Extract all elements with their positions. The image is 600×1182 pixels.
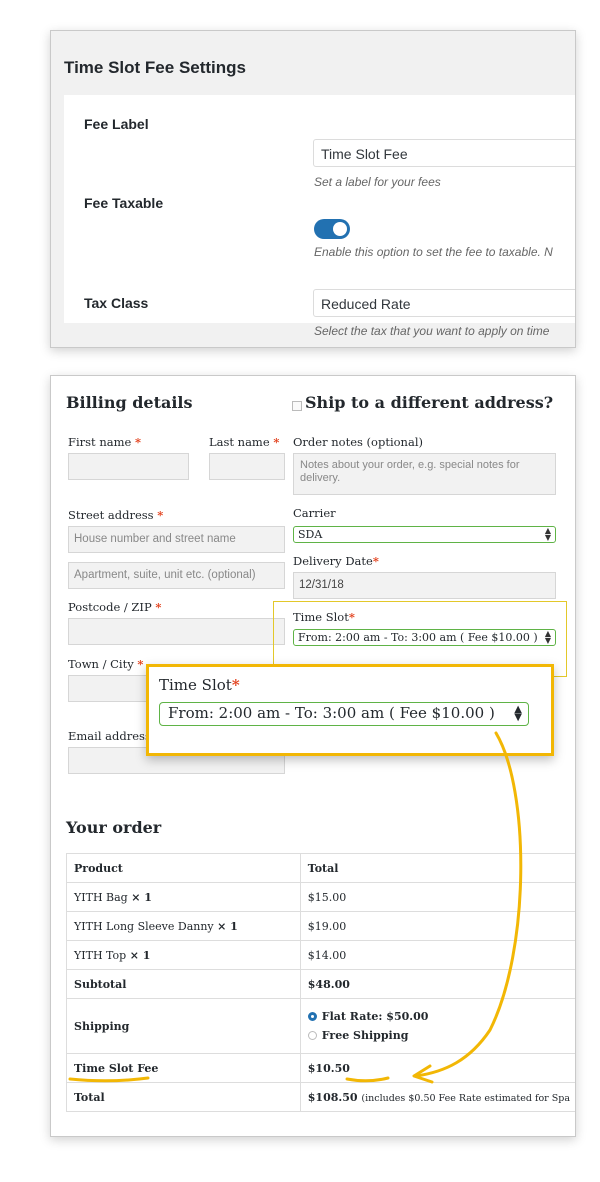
apartment-field[interactable]: Apartment, suite, unit etc. (optional): [68, 562, 285, 589]
fee-value: $10.50: [299, 1053, 575, 1083]
subtotal-row: Subtotal $48.00: [66, 969, 575, 999]
subtotal-label: Subtotal: [66, 969, 301, 999]
order-notes-field[interactable]: Notes about your order, e.g. special not…: [293, 453, 556, 495]
time-slot-value: From: 2:00 am - To: 3:00 am ( Fee $10.00…: [298, 631, 538, 644]
radio-icon[interactable]: [307, 1031, 317, 1040]
time-slot-callout: Time Slot* From: 2:00 am - To: 3:00 am (…: [146, 664, 554, 756]
settings-form: Fee Label Time Slot Fee Set a label for …: [64, 95, 575, 338]
fee-label-label: Fee Label: [84, 116, 149, 132]
shipping-option-free[interactable]: Free Shipping: [307, 1029, 570, 1042]
radio-selected-icon[interactable]: [307, 1012, 317, 1021]
shipping-options: Flat Rate: $50.00 Free Shipping: [299, 998, 575, 1054]
fee-row: Time Slot Fee $10.50: [66, 1053, 575, 1083]
carrier-select[interactable]: SDA ▲ ▼: [293, 526, 556, 543]
table-header-row: Product Total: [66, 853, 575, 883]
product-cell: YITH Top × 1: [66, 940, 301, 970]
town-label: Town / City *: [68, 657, 144, 671]
product-header: Product: [66, 853, 301, 883]
last-name-field[interactable]: [209, 453, 285, 480]
last-name-label: Last name *: [209, 435, 280, 449]
fee-label-description: Set a label for your fees: [314, 175, 441, 189]
fee-label: Time Slot Fee: [66, 1053, 301, 1083]
total-row: Total $108.50 (includes $0.50 Fee Rate e…: [66, 1082, 575, 1112]
street-address-field[interactable]: House number and street name: [68, 526, 285, 553]
shipping-option-flat-rate[interactable]: Flat Rate: $50.00: [307, 1010, 570, 1023]
time-slot-select[interactable]: From: 2:00 am - To: 3:00 am ( Fee $10.00…: [293, 629, 556, 646]
total-cell: $15.00: [299, 882, 575, 912]
billing-details-title: Billing details: [66, 393, 193, 412]
product-cell: YITH Long Sleeve Danny × 1: [66, 911, 301, 941]
shipping-label: Shipping: [66, 998, 301, 1054]
shipping-row: Shipping Flat Rate: $50.00 Free Shipping: [66, 998, 575, 1054]
select-arrows-icon: ▲ ▼: [544, 629, 551, 645]
first-name-label: First name *: [68, 435, 141, 449]
fee-settings-panel: Time Slot Fee Settings Fee Label Time Sl…: [50, 30, 576, 348]
subtotal-value: $48.00: [299, 969, 575, 999]
ship-different-checkbox[interactable]: [292, 401, 302, 411]
fee-label-input[interactable]: Time Slot Fee: [313, 139, 575, 167]
total-header: Total: [299, 853, 575, 883]
tax-class-label: Tax Class: [84, 295, 149, 311]
callout-label: Time Slot*: [159, 676, 240, 694]
total-cell: $14.00: [299, 940, 575, 970]
street-address-label: Street address *: [68, 508, 164, 522]
table-row: YITH Long Sleeve Danny × 1 $19.00: [66, 911, 575, 941]
tax-note: (includes $0.50 Fee Rate estimated for S…: [361, 1092, 570, 1104]
total-label: Total: [66, 1082, 301, 1112]
carrier-value: SDA: [298, 528, 323, 541]
tax-class-description: Select the tax that you want to apply on…: [314, 324, 550, 338]
ship-different-label: Ship to a different address?: [305, 393, 554, 412]
postcode-label: Postcode / ZIP *: [68, 600, 162, 614]
table-row: YITH Top × 1 $14.00: [66, 940, 575, 970]
time-slot-label: Time Slot*: [293, 610, 355, 624]
callout-time-slot-value: From: 2:00 am - To: 3:00 am ( Fee $10.00…: [168, 704, 495, 722]
fee-taxable-label: Fee Taxable: [84, 195, 164, 211]
your-order-title: Your order: [66, 818, 162, 837]
email-label: Email address: [68, 729, 151, 743]
fee-taxable-description: Enable this option to set the fee to tax…: [314, 245, 553, 259]
total-value: $108.50 (includes $0.50 Fee Rate estimat…: [299, 1082, 575, 1112]
toggle-knob: [333, 222, 347, 236]
total-cell: $19.00: [299, 911, 575, 941]
product-cell: YITH Bag × 1: [66, 882, 301, 912]
postcode-field[interactable]: [68, 618, 285, 645]
select-arrows-icon: ▲ ▼: [514, 704, 522, 723]
delivery-date-label: Delivery Date*: [293, 554, 379, 568]
callout-time-slot-select[interactable]: From: 2:00 am - To: 3:00 am ( Fee $10.00…: [159, 702, 529, 726]
table-row: YITH Bag × 1 $15.00: [66, 882, 575, 912]
delivery-date-field[interactable]: 12/31/18: [293, 572, 556, 599]
checkout-panel: Billing details Ship to a different addr…: [50, 375, 576, 1137]
settings-title: Time Slot Fee Settings: [64, 58, 247, 77]
tax-class-select[interactable]: Reduced Rate: [313, 289, 575, 317]
order-table: Product Total YITH Bag × 1 $15.00 YITH L…: [66, 853, 575, 1112]
carrier-label: Carrier: [293, 506, 336, 520]
fee-taxable-toggle[interactable]: [314, 219, 350, 239]
select-arrows-icon: ▲ ▼: [544, 526, 551, 542]
first-name-field[interactable]: [68, 453, 189, 480]
order-notes-label: Order notes (optional): [293, 435, 423, 449]
